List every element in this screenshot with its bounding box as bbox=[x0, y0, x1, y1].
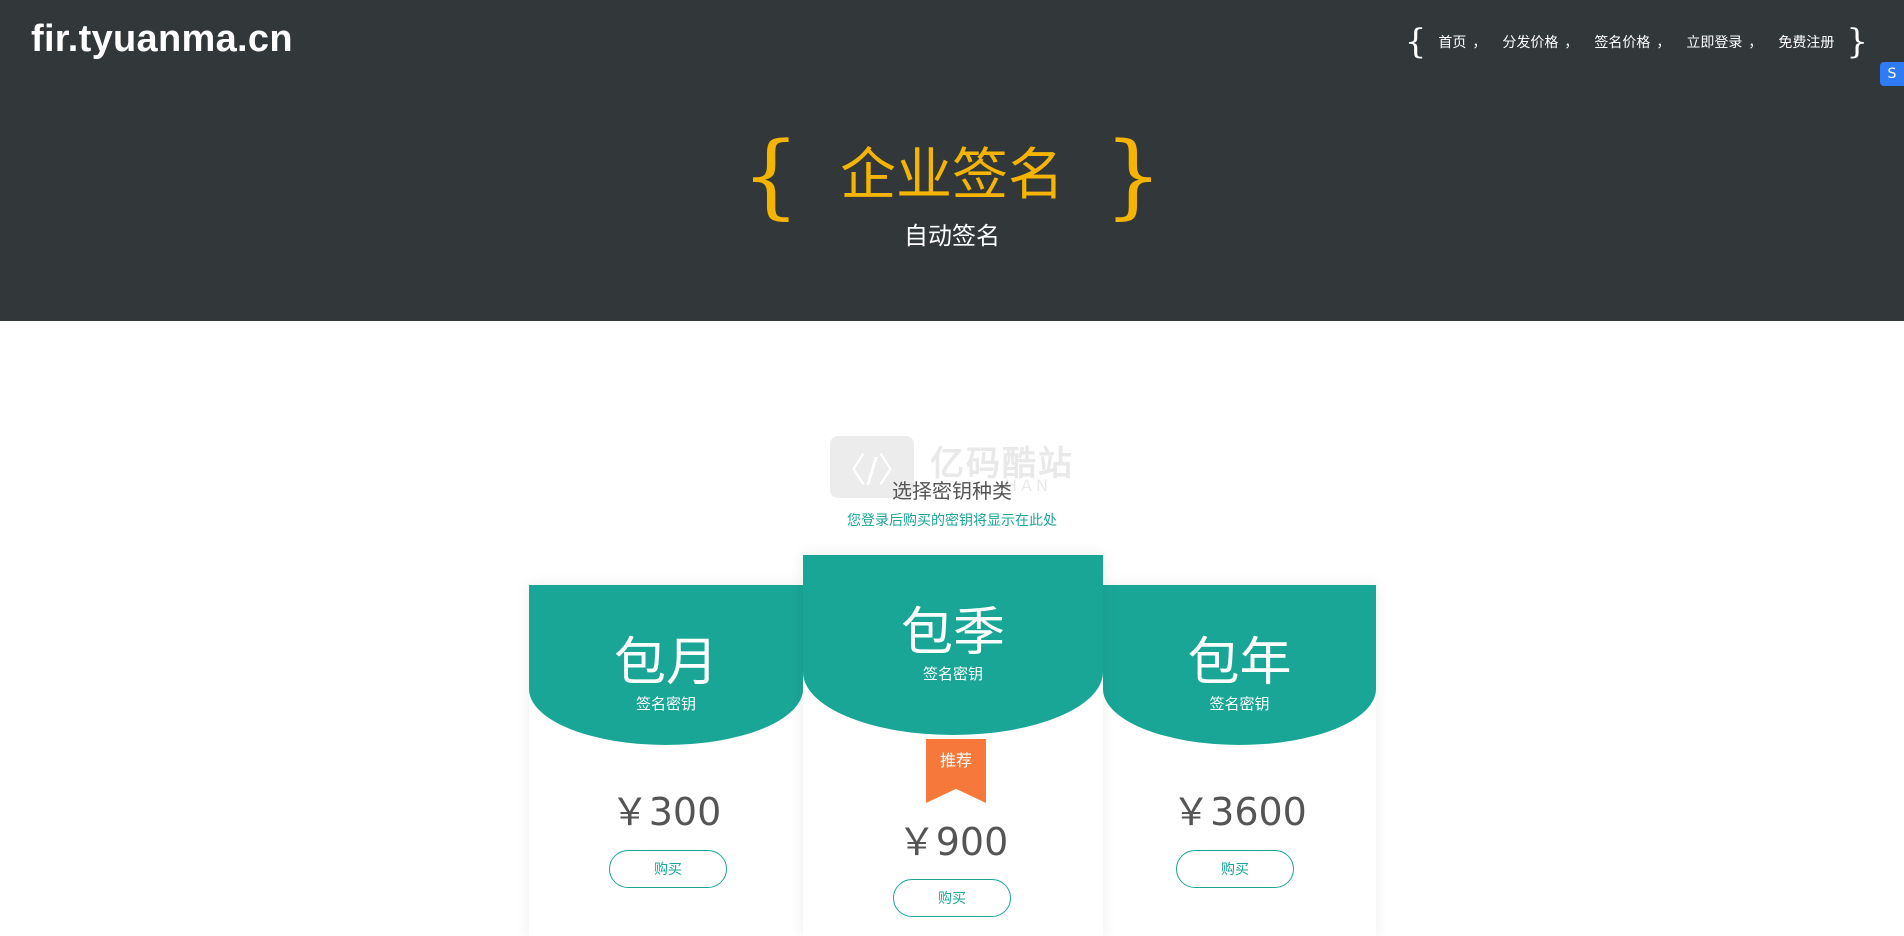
plan-name: 包年 bbox=[1187, 633, 1292, 693]
site-header: fir.tyuanma.cn { 首页 ， 分发价格 ， 签名价格 ， 立即登录 ， 免… bbox=[0, 0, 1904, 321]
side-widget-icon[interactable]: S bbox=[1880, 62, 1904, 86]
nav-close-brace: } bbox=[1846, 22, 1868, 62]
nav-separator: ， bbox=[1656, 35, 1671, 51]
buy-button[interactable]: 购买 bbox=[893, 879, 1011, 917]
nav-separator: ， bbox=[1748, 35, 1763, 51]
buy-button[interactable]: 购买 bbox=[1176, 850, 1294, 888]
section-title: 选择密钥种类 bbox=[892, 479, 1012, 503]
hero-title: 企业签名 bbox=[840, 143, 1064, 208]
top-nav: { 首页 ， 分发价格 ， 签名价格 ， 立即登录 ， 免费注册 } bbox=[1399, 22, 1874, 62]
plan-card-yearly: 包年 签名密钥 ￥3600 购买 bbox=[1103, 585, 1376, 936]
recommended-badge: 推荐 bbox=[926, 739, 986, 803]
nav-item-distribution-price[interactable]: 分发价格 bbox=[1502, 32, 1558, 52]
plan-card-quarterly: 包季 签名密钥 推荐 ￥900 购买 bbox=[803, 555, 1103, 936]
hero-banner: { 企业签名 } bbox=[0, 130, 1904, 222]
plan-card-monthly: 包月 签名密钥 ￥300 购买 bbox=[529, 585, 803, 936]
nav-open-brace: { bbox=[1404, 22, 1427, 62]
nav-item-signature-price[interactable]: 签名价格 bbox=[1594, 32, 1650, 52]
nav-item-login[interactable]: 立即登录 bbox=[1686, 32, 1742, 52]
plan-price: ￥900 bbox=[897, 820, 1009, 864]
section-subtitle: 您登录后购买的密钥将显示在此处 bbox=[847, 513, 1057, 529]
nav-item-home[interactable]: 首页 bbox=[1438, 32, 1466, 52]
hero-close-brace: } bbox=[1104, 122, 1163, 229]
buy-button[interactable]: 购买 bbox=[609, 850, 727, 888]
hero-open-brace: { bbox=[741, 122, 800, 229]
plan-price: ￥300 bbox=[610, 790, 722, 834]
plan-price: ￥3600 bbox=[1172, 790, 1307, 834]
nav-separator: ， bbox=[1472, 35, 1487, 51]
nav-item-register[interactable]: 免费注册 bbox=[1778, 32, 1834, 52]
plan-name: 包季 bbox=[900, 603, 1005, 663]
plan-description: 签名密钥 bbox=[1209, 695, 1270, 713]
plan-description: 签名密钥 bbox=[922, 665, 983, 683]
nav-separator: ， bbox=[1564, 35, 1579, 51]
plan-name: 包月 bbox=[613, 633, 718, 693]
site-logo[interactable]: fir.tyuanma.cn bbox=[31, 18, 293, 61]
plan-description: 签名密钥 bbox=[635, 695, 696, 713]
hero-subtitle: 自动签名 bbox=[904, 222, 1000, 250]
